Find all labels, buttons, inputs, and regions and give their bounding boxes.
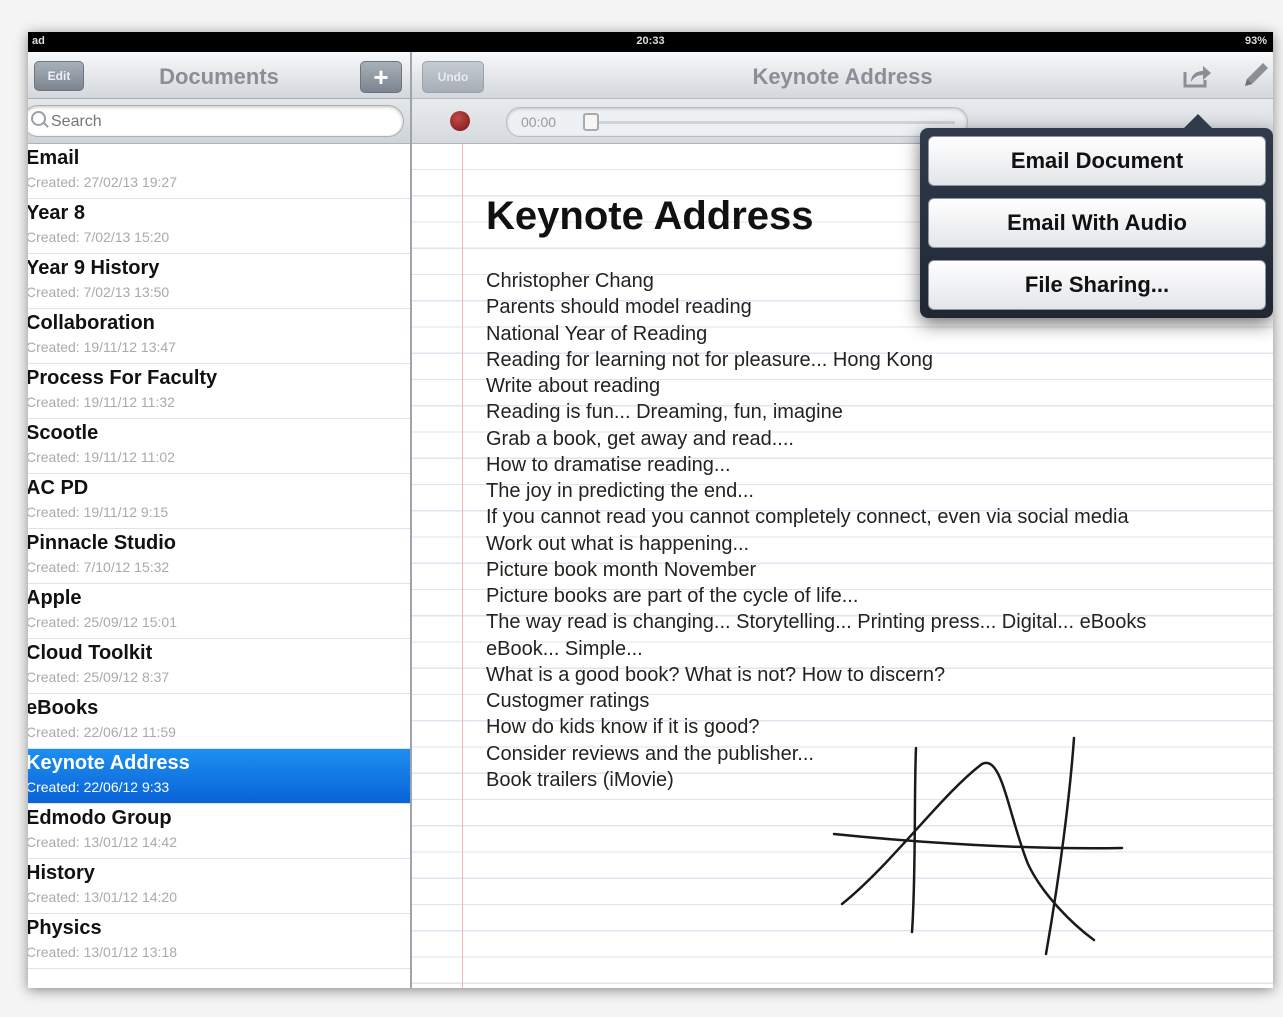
share-icon[interactable] bbox=[1181, 62, 1213, 90]
email-document-button[interactable]: Email Document bbox=[928, 136, 1266, 186]
margin-line bbox=[462, 144, 463, 988]
document-list-item[interactable]: AC PD Created: 19/11/12 9:15 bbox=[28, 474, 410, 529]
sidebar-title: Documents bbox=[159, 64, 279, 89]
audio-scrubber[interactable]: 00:00 bbox=[506, 107, 968, 137]
note-line: Reading is fun... Dreaming, fun, imagine bbox=[486, 401, 843, 424]
document-name: History bbox=[28, 862, 95, 884]
document-created-date: Created: 13/01/12 14:20 bbox=[28, 889, 178, 905]
document-name: Scootle bbox=[28, 422, 99, 444]
app-window: ad 20:33 93% Edit Documents + Email Creat… bbox=[28, 32, 1273, 988]
document-name: Process For Faculty bbox=[28, 367, 218, 389]
document-created-date: Created: 7/02/13 13:50 bbox=[28, 284, 170, 300]
clock: 20:33 bbox=[636, 35, 665, 47]
document-list-item[interactable]: Keynote Address Created: 22/06/12 9:33 bbox=[28, 749, 410, 804]
note-line: Picture book month November bbox=[486, 558, 757, 581]
pencil-icon[interactable] bbox=[1239, 60, 1271, 92]
note-line: Write about reading bbox=[486, 375, 661, 397]
search-bar bbox=[28, 99, 410, 144]
document-created-date: Created: 7/10/12 15:32 bbox=[28, 559, 170, 575]
document-created-date: Created: 13/01/12 13:18 bbox=[28, 944, 178, 960]
popover-arrow bbox=[1182, 114, 1214, 130]
note-line: Picture books are part of the cycle of l… bbox=[486, 585, 859, 607]
document-list-item[interactable]: Collaboration Created: 19/11/12 13:47 bbox=[28, 309, 410, 364]
note-line: The way read is changing... Storytelling… bbox=[486, 611, 1147, 634]
note-line: Grab a book, get away and read.... bbox=[486, 427, 794, 450]
share-popover: Email Document Email With Audio File Sha… bbox=[920, 114, 1273, 318]
document-created-date: Created: 19/11/12 11:32 bbox=[28, 394, 175, 410]
status-bar: ad 20:33 93% bbox=[28, 32, 1273, 52]
document-created-date: Created: 19/11/12 13:47 bbox=[28, 339, 176, 355]
document-name: Edmodo Group bbox=[28, 807, 172, 829]
document-list-item[interactable]: Physics Created: 13/01/12 13:18 bbox=[28, 914, 410, 969]
document-created-date: Created: 25/09/12 15:01 bbox=[28, 614, 178, 630]
email-with-audio-button[interactable]: Email With Audio bbox=[928, 198, 1266, 248]
battery-label: 93% bbox=[1244, 35, 1267, 47]
note-line: Reading for learning not for pleasure...… bbox=[486, 348, 933, 371]
document-list-item[interactable]: History Created: 13/01/12 14:20 bbox=[28, 859, 410, 914]
sidebar-navbar: Edit Documents + bbox=[28, 52, 410, 99]
document-name: Year 8 bbox=[28, 202, 85, 224]
document-created-date: Created: 27/02/13 19:27 bbox=[28, 174, 178, 190]
editor-navbar: Undo Keynote Address bbox=[412, 52, 1273, 99]
document-heading: Keynote Address bbox=[486, 194, 814, 238]
note-line: What is a good book? What is not? How to… bbox=[486, 663, 946, 686]
scrubber-knob[interactable] bbox=[583, 113, 599, 131]
search-icon bbox=[31, 111, 46, 126]
scrubber-track bbox=[599, 121, 955, 124]
document-list-item[interactable]: Edmodo Group Created: 13/01/12 14:42 bbox=[28, 804, 410, 859]
document-list-item[interactable]: Process For Faculty Created: 19/11/12 11:… bbox=[28, 364, 410, 419]
document-created-date: Created: 22/06/12 9:33 bbox=[28, 779, 170, 795]
file-sharing-button[interactable]: File Sharing... bbox=[928, 260, 1266, 310]
document-name: Cloud Toolkit bbox=[28, 642, 153, 664]
document-name: Email bbox=[28, 147, 80, 169]
note-line: eBook... Simple... bbox=[486, 637, 643, 660]
document-list-item[interactable]: Year 9 History Created: 7/02/13 13:50 bbox=[28, 254, 410, 309]
document-name: Physics bbox=[28, 917, 102, 939]
document-created-date: Created: 19/11/12 11:02 bbox=[28, 449, 175, 465]
note-line: The joy in predicting the end... bbox=[486, 480, 754, 502]
document-name: eBooks bbox=[28, 697, 99, 719]
document-list-item[interactable]: Email Created: 27/02/13 19:27 bbox=[28, 144, 410, 199]
document-list-item[interactable]: Year 8 Created: 7/02/13 15:20 bbox=[28, 199, 410, 254]
document-created-date: Created: 22/06/12 11:59 bbox=[28, 724, 176, 740]
editor-title: Keynote Address bbox=[752, 64, 933, 89]
document-created-date: Created: 13/01/12 14:42 bbox=[28, 834, 178, 850]
document-list-item[interactable]: eBooks Created: 22/06/12 11:59 bbox=[28, 694, 410, 749]
document-name: Pinnacle Studio bbox=[28, 532, 177, 554]
note-line: Work out what is happening... bbox=[486, 532, 750, 555]
note-line: Custogmer ratings bbox=[486, 690, 650, 712]
document-created-date: Created: 19/11/12 9:15 bbox=[28, 504, 169, 520]
note-line: If you cannot read you cannot completely… bbox=[486, 506, 1129, 529]
document-list-item[interactable]: Cloud Toolkit Created: 25/09/12 8:37 bbox=[28, 639, 410, 694]
documents-sidebar: Edit Documents + Email Created: 27/02/13 … bbox=[28, 52, 412, 988]
add-document-button[interactable]: + bbox=[360, 61, 402, 93]
record-button[interactable] bbox=[450, 111, 470, 131]
document-name: Collaboration bbox=[28, 312, 155, 334]
document-name: Keynote Address bbox=[28, 752, 190, 774]
note-line: National Year of Reading bbox=[486, 322, 708, 345]
document-name: AC PD bbox=[28, 477, 89, 499]
document-created-date: Created: 7/02/13 15:20 bbox=[28, 229, 170, 245]
document-list-item[interactable]: Apple Created: 25/09/12 15:01 bbox=[28, 584, 410, 639]
document-list-item[interactable]: Pinnacle Studio Created: 7/10/12 15:32 bbox=[28, 529, 410, 584]
document-created-date: Created: 25/09/12 8:37 bbox=[28, 669, 170, 685]
document-name: Year 9 History bbox=[28, 257, 160, 279]
note-line: How to dramatise reading... bbox=[486, 453, 731, 476]
search-input[interactable] bbox=[49, 110, 353, 134]
document-list-item[interactable]: Scootle Created: 19/11/12 11:02 bbox=[28, 419, 410, 474]
recorder-time: 00:00 bbox=[521, 114, 557, 130]
document-name: Apple bbox=[28, 587, 82, 609]
document-list: Email Created: 27/02/13 19:27 Year 8 Create… bbox=[28, 144, 410, 988]
search-field[interactable] bbox=[28, 105, 404, 137]
handwritten-sketch bbox=[832, 736, 1124, 956]
